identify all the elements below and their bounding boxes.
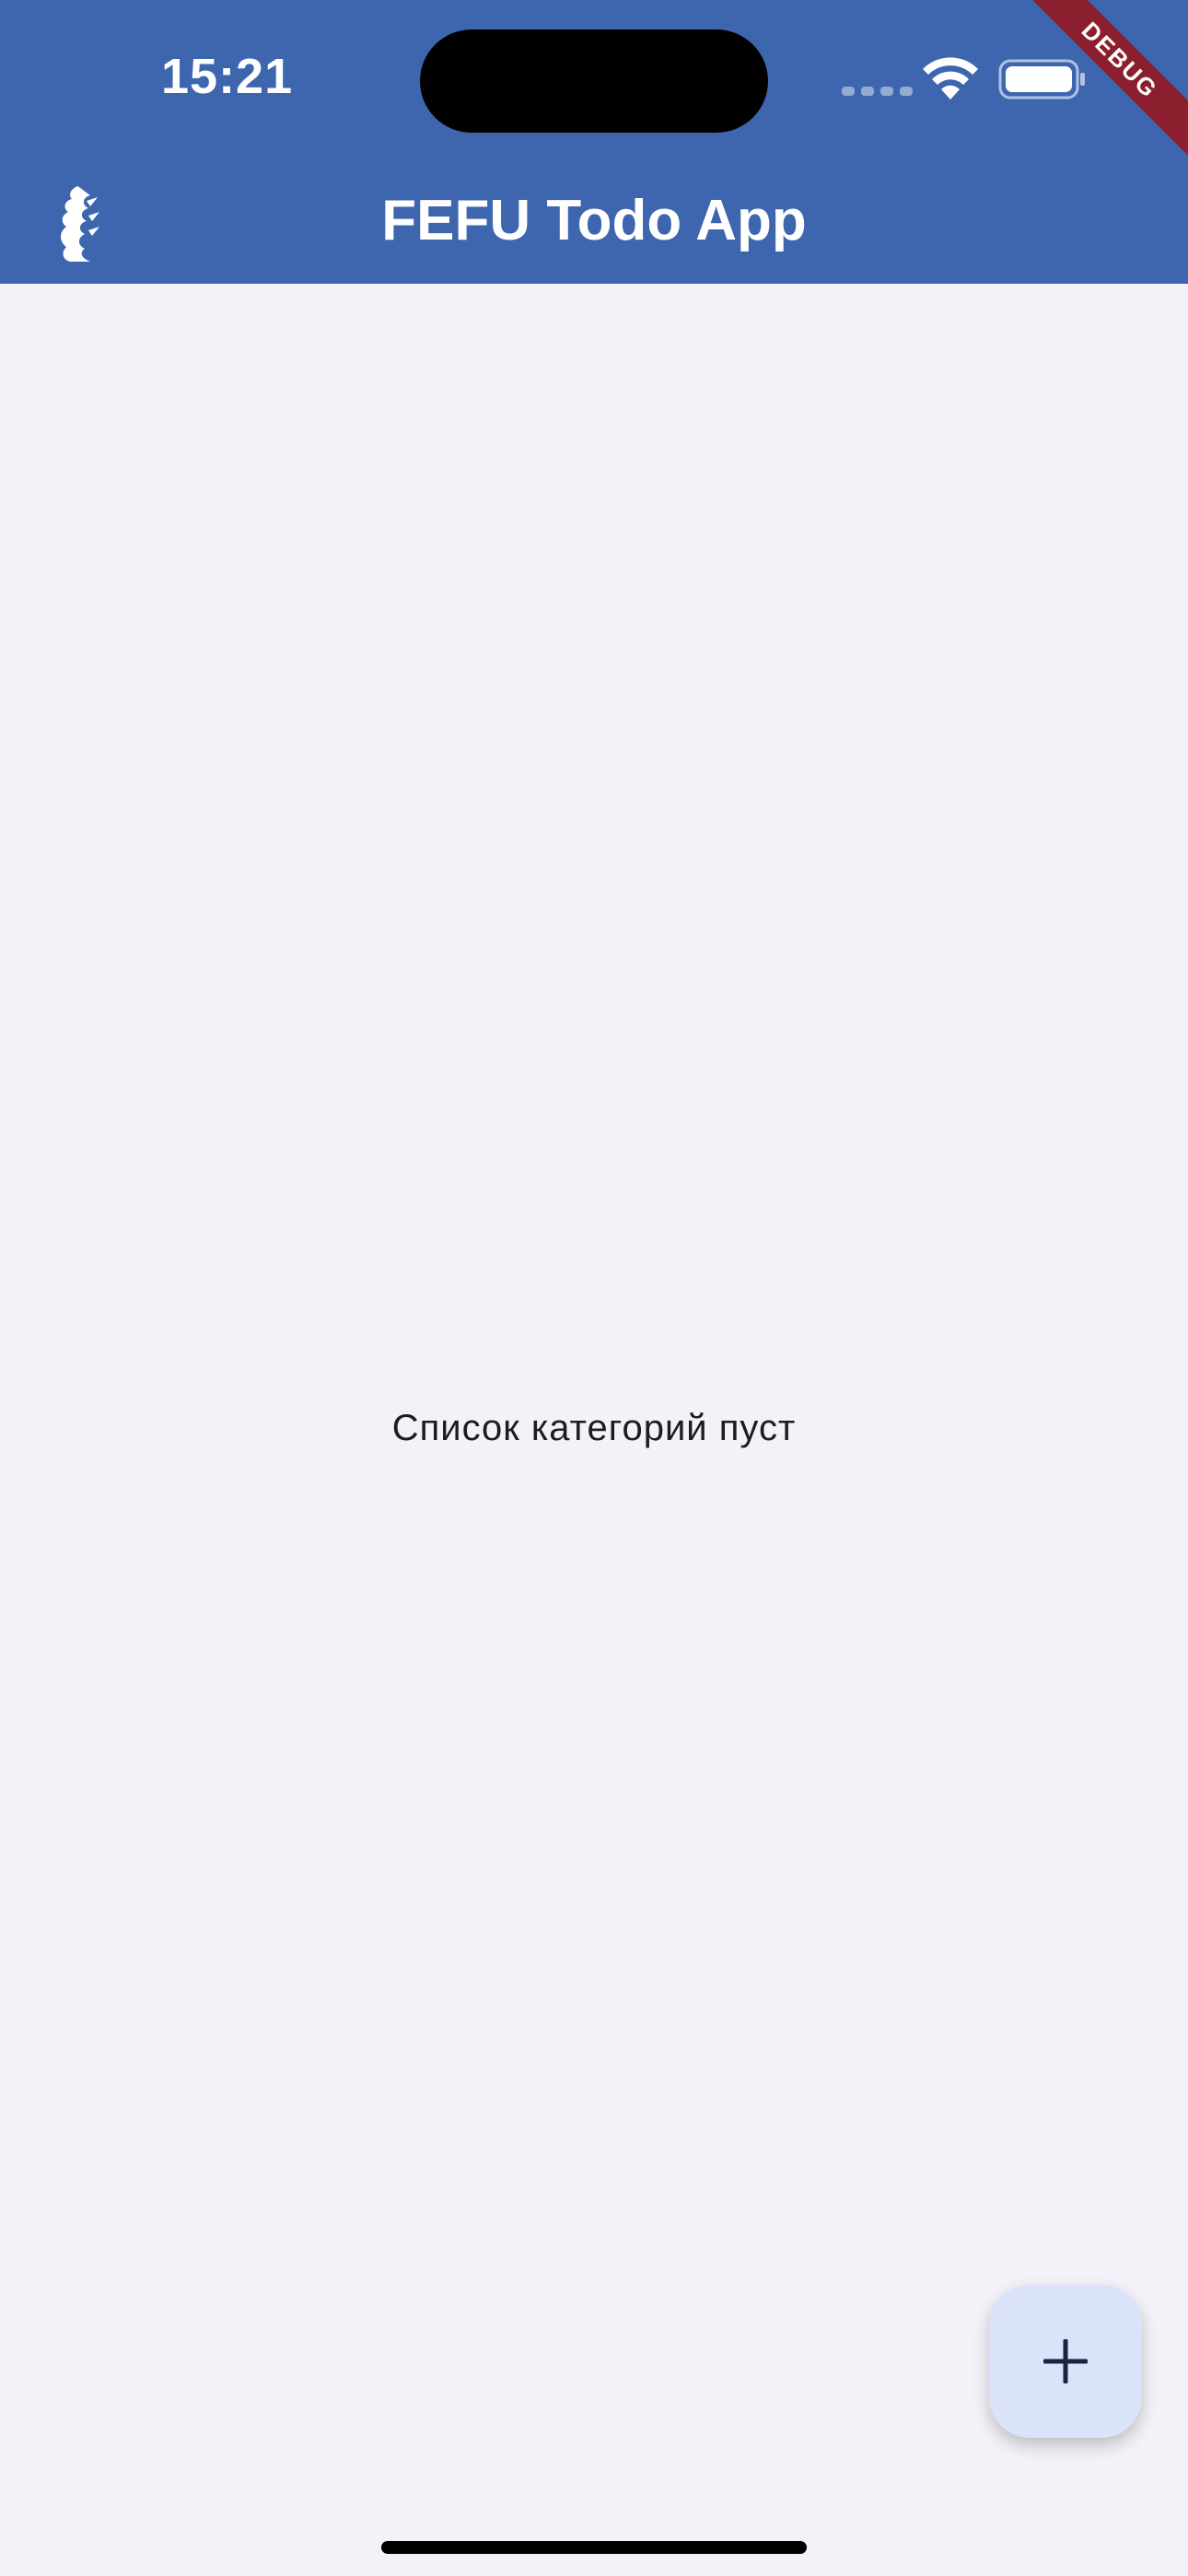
dynamic-island xyxy=(420,29,768,133)
debug-banner: DEBUG xyxy=(1022,0,1188,166)
app-bar: 15:21 FEFU Todo App xyxy=(0,0,1188,284)
wifi-icon xyxy=(923,57,978,100)
app-screen: 15:21 FEFU Todo App DEBUG Список категор… xyxy=(0,0,1188,2576)
plus-icon xyxy=(1043,2339,1088,2383)
status-time: 15:21 xyxy=(161,49,294,104)
app-title: FEFU Todo App xyxy=(381,189,807,252)
cellular-signal-icon xyxy=(842,87,913,96)
empty-categories-message: Список категорий пуст xyxy=(391,1408,797,1448)
home-indicator[interactable] xyxy=(381,2541,807,2554)
add-category-button[interactable] xyxy=(989,2285,1142,2438)
debug-banner-label: DEBUG xyxy=(1022,0,1188,158)
